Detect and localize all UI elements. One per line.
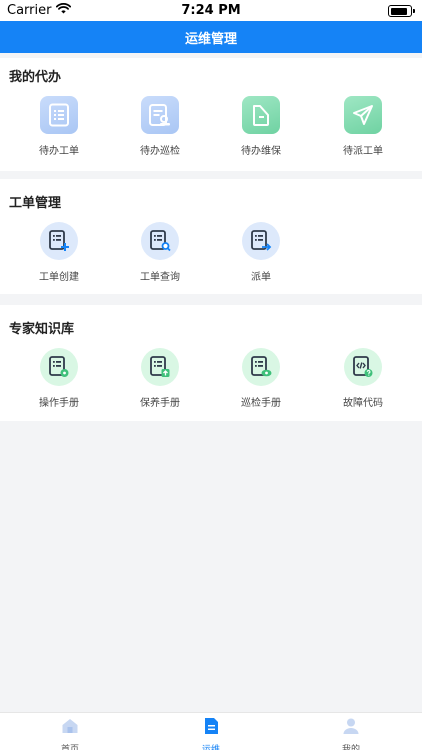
grid-item-maintenance-manual[interactable]: 保养手册 — [115, 348, 205, 409]
grid-item-todo-maintenance[interactable]: 待办维保 — [216, 96, 306, 157]
maintenance-manual-icon — [141, 348, 179, 386]
section-title: 我的代办 — [9, 70, 62, 85]
tab-bar: 首页 运维 我的 — [0, 712, 422, 750]
grid-item-label: 保养手册 — [140, 398, 180, 409]
document-icon — [203, 717, 219, 739]
inspection-icon — [141, 96, 179, 134]
page-title: 运维管理 — [184, 31, 237, 47]
operation-manual-icon — [40, 348, 78, 386]
nav-bar: 运维管理 — [0, 21, 422, 53]
battery-icon — [388, 5, 415, 17]
grid-item-label: 待办维保 — [241, 146, 281, 157]
grid-item-label: 待办巡检 — [140, 146, 180, 157]
grid-item-label: 工单查询 — [140, 272, 180, 283]
grid-item-operation-manual[interactable]: 操作手册 — [14, 348, 104, 409]
grid-item-fault-code[interactable]: 故障代码 — [318, 348, 408, 409]
grid-item-todo-order[interactable]: 待办工单 — [14, 96, 104, 157]
section-title: 工单管理 — [9, 196, 62, 211]
grid-item-todo-inspection[interactable]: 待办巡检 — [115, 96, 205, 157]
tab-label: 首页 — [60, 745, 79, 750]
tab-label: 运维 — [201, 745, 220, 750]
grid-item-order-create[interactable]: 工单创建 — [14, 222, 104, 283]
grid-item-todo-dispatch[interactable]: 待派工单 — [318, 96, 408, 157]
order-create-icon — [40, 222, 78, 260]
home-icon — [61, 717, 79, 739]
user-icon — [342, 717, 360, 739]
grid-item-inspection-manual[interactable]: 巡检手册 — [216, 348, 306, 409]
order-dispatch-icon — [242, 222, 280, 260]
tab-profile[interactable]: 我的 — [311, 717, 391, 750]
section-title: 专家知识库 — [9, 322, 75, 337]
grid-item-order-search[interactable]: 工单查询 — [115, 222, 205, 283]
maintenance-icon — [242, 96, 280, 134]
order-search-icon — [141, 222, 179, 260]
grid-item-label: 工单创建 — [39, 272, 79, 283]
grid-item-order-dispatch[interactable]: 派单 — [216, 222, 306, 283]
fault-code-icon — [344, 348, 382, 386]
status-time: 7:24 PM — [181, 3, 241, 18]
grid-item-label: 待办工单 — [39, 146, 79, 157]
section-order-management: 工单管理 工单创建 工单查询 派单 — [0, 179, 422, 294]
section-expert-knowledge: 专家知识库 操作手册 保养手册 巡检手册 故障代码 — [0, 305, 422, 421]
grid-item-label: 故障代码 — [343, 398, 383, 409]
tab-label: 我的 — [341, 745, 360, 750]
tab-home[interactable]: 首页 — [30, 717, 110, 750]
send-icon — [344, 96, 382, 134]
status-bar: Carrier 7:24 PM — [0, 0, 422, 21]
grid-item-label: 待派工单 — [343, 146, 383, 157]
grid-item-label: 派单 — [251, 272, 271, 283]
tab-operations[interactable]: 运维 — [171, 717, 251, 750]
inspection-manual-icon — [242, 348, 280, 386]
grid-item-label: 操作手册 — [39, 398, 79, 409]
grid-item-label: 巡检手册 — [241, 398, 281, 409]
document-list-icon — [40, 96, 78, 134]
section-my-todo: 我的代办 待办工单 待办巡检 待办维保 待派工单 — [0, 58, 422, 171]
